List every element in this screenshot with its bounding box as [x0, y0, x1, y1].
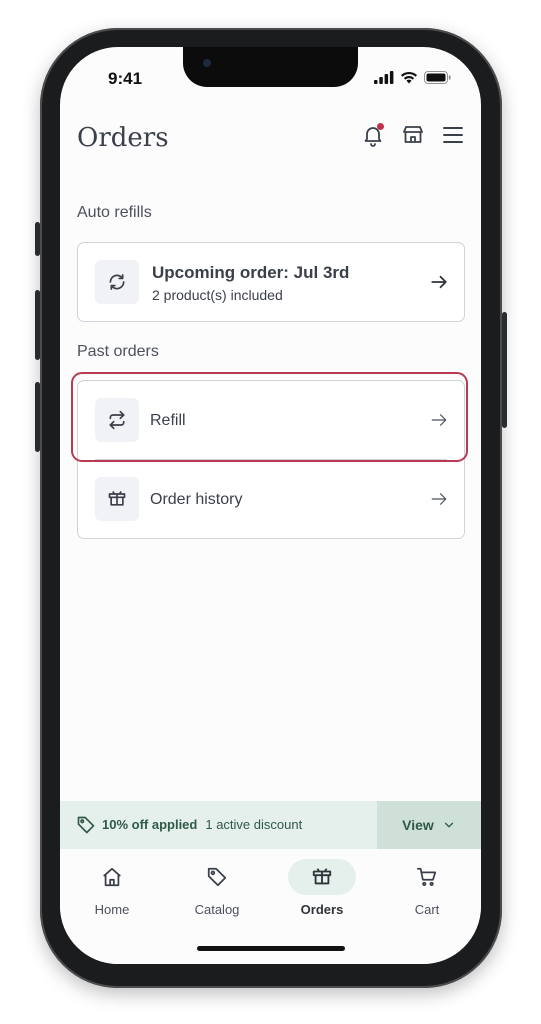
status-icons: [374, 71, 451, 84]
order-history-icon-tile: [95, 477, 139, 521]
discount-bar: 10% off applied 1 active discount View: [60, 801, 481, 849]
box-icon: [312, 868, 332, 885]
menu-button[interactable]: [441, 123, 465, 147]
box-icon: [108, 491, 126, 506]
battery-icon: [424, 71, 451, 84]
volume-up-button: [35, 290, 40, 360]
tab-cart[interactable]: Cart: [375, 859, 479, 917]
store-icon: [403, 126, 423, 143]
auto-refills-heading: Auto refills: [77, 204, 152, 221]
refill-highlight-outline: [71, 372, 468, 462]
tab-orders[interactable]: Orders: [270, 859, 374, 917]
tab-catalog[interactable]: Catalog: [165, 859, 269, 917]
discount-view-label: View: [402, 817, 434, 833]
signal-icon: [374, 71, 394, 84]
tag-icon: [207, 867, 227, 887]
notifications-button[interactable]: [361, 123, 385, 147]
silent-switch: [35, 222, 40, 256]
status-time: 9:41: [108, 69, 143, 88]
power-button: [502, 312, 507, 428]
camera: [203, 59, 211, 67]
discount-detail: 1 active discount: [205, 817, 303, 832]
home-icon: [103, 867, 121, 887]
order-history-label: Order history: [150, 491, 243, 508]
store-button[interactable]: [401, 123, 425, 147]
past-orders-heading: Past orders: [77, 343, 159, 360]
upcoming-order-card[interactable]: Upcoming order: Jul 3rd 2 product(s) inc…: [77, 242, 465, 322]
discount-applied-label: 10% off applied: [102, 817, 198, 832]
upcoming-order-title: Upcoming order: Jul 3rd: [152, 263, 350, 282]
chevron-down-icon: [444, 822, 453, 828]
order-history-row[interactable]: Order history: [78, 460, 464, 538]
sync-icon-tile: [95, 260, 139, 304]
upcoming-order-subtitle: 2 product(s) included: [152, 287, 283, 303]
notch: [183, 47, 358, 87]
tab-orders-label: Orders: [300, 902, 344, 917]
arrow-right-icon: [431, 275, 447, 289]
tab-catalog-label: Catalog: [194, 902, 240, 917]
tab-home-label: Home: [94, 902, 130, 917]
tab-home[interactable]: Home: [60, 859, 164, 917]
arrow-right-icon: [431, 493, 447, 505]
discount-text: 10% off applied 1 active discount: [102, 817, 302, 832]
screen: 9:41 Orders Auto refills Upcoming order:…: [60, 47, 481, 964]
tab-cart-label: Cart: [414, 902, 440, 917]
volume-down-button: [35, 382, 40, 452]
hamburger-menu-icon: [443, 127, 463, 143]
page-title: Orders: [77, 123, 169, 153]
sync-icon: [109, 274, 125, 290]
notification-dot: [377, 123, 384, 130]
wifi-icon: [401, 71, 417, 84]
discount-tag-icon: [77, 816, 95, 834]
cart-icon: [416, 867, 437, 886]
home-indicator[interactable]: [197, 946, 345, 951]
header-actions: [361, 123, 465, 147]
discount-view-button[interactable]: View: [377, 801, 481, 849]
